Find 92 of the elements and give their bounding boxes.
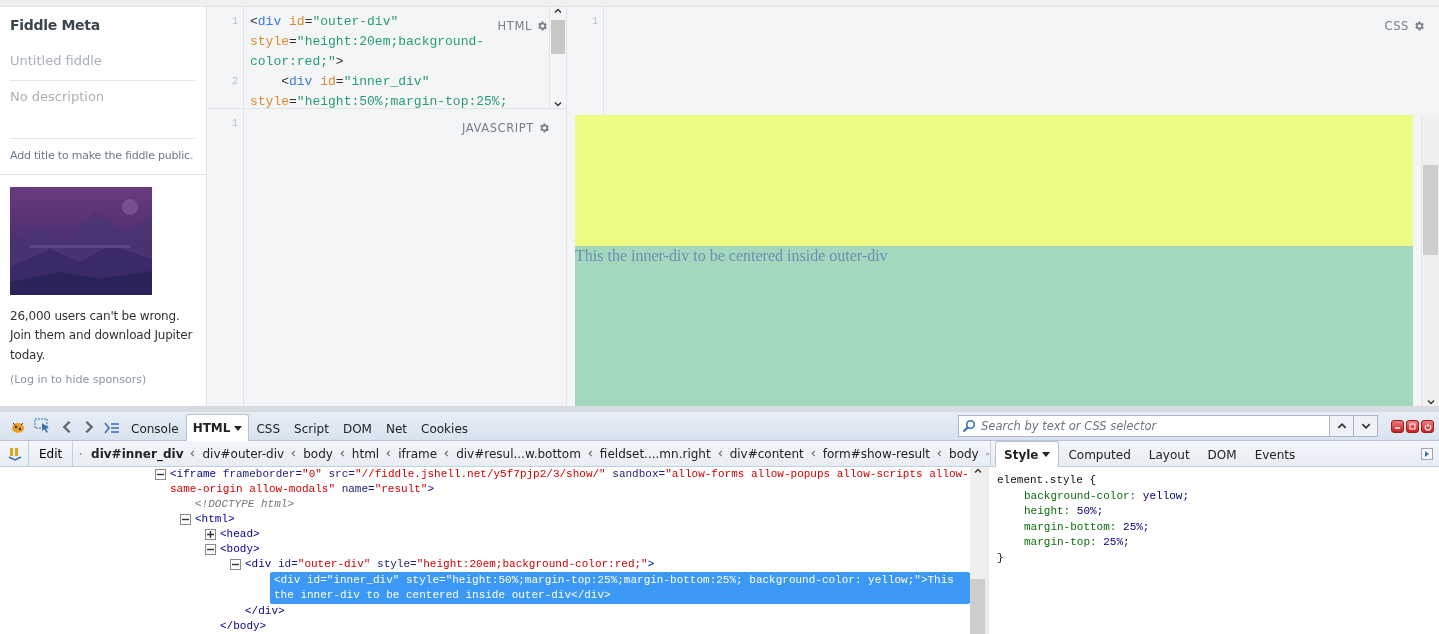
minimize-button[interactable]	[1391, 420, 1404, 433]
editor-label: JAVASCRIPT	[462, 120, 550, 135]
settings-icon[interactable]	[1413, 19, 1425, 32]
breadcrumb-item[interactable]: iframe	[382, 446, 441, 461]
panel-tab[interactable]: CSS	[249, 416, 288, 440]
panel-tab[interactable]: HTML	[185, 414, 250, 441]
code-line: <div id="inner_div"	[280, 72, 431, 91]
bug-icon[interactable]	[10, 420, 26, 434]
css-property[interactable]: margin-top: 25%;	[997, 535, 1431, 551]
sidebar-title: Fiddle Meta	[10, 16, 101, 33]
panel-tab[interactable]: Script	[287, 416, 336, 440]
scrollbar[interactable]	[970, 467, 989, 634]
panel-tab[interactable]: Cookies	[414, 416, 475, 440]
code-line: <div id="outer-div"	[250, 12, 400, 31]
collapse-icon[interactable]	[180, 514, 191, 525]
code-line: color:red;">	[250, 52, 345, 71]
line-number: 1	[591, 14, 598, 29]
settings-icon[interactable]	[536, 19, 548, 32]
collapse-icon[interactable]	[230, 559, 241, 570]
restore-icon	[1409, 423, 1416, 430]
previous-button[interactable]	[1329, 416, 1353, 436]
side-panel-tab[interactable]: Events	[1245, 443, 1305, 466]
next-button[interactable]	[1353, 416, 1377, 436]
chevron-left-icon	[189, 450, 197, 457]
dom-node[interactable]: <!DOCTYPE html>	[195, 497, 970, 512]
breadcrumb-item[interactable]: div#inner_div	[88, 446, 187, 461]
breadcrumb-item[interactable]: div#resul...w.bottom	[440, 446, 584, 461]
chevron-up-icon	[1336, 421, 1347, 431]
side-panel-menu-icon[interactable]	[1421, 448, 1433, 460]
expand-icon[interactable]	[205, 529, 216, 540]
scrollbar[interactable]	[549, 6, 566, 108]
pin-icon[interactable]	[8, 446, 22, 461]
dom-node[interactable]: <html>	[195, 512, 970, 527]
closing-tag: </body>	[0, 619, 970, 634]
code-line: style="height:20em;background-	[250, 32, 485, 51]
restore-button[interactable]	[1406, 420, 1419, 433]
dom-node[interactable]: <head>	[220, 527, 970, 542]
breadcrumb-item[interactable]: form#show-result	[806, 446, 934, 461]
chevron-down-icon	[554, 99, 562, 108]
power-icon	[1423, 422, 1432, 431]
chevron-left-icon	[716, 450, 724, 457]
scrollbar[interactable]	[1421, 114, 1439, 406]
search-icon	[962, 419, 976, 433]
editor-label: CSS	[1384, 18, 1425, 33]
chevron-left-icon	[338, 450, 346, 457]
dom-node[interactable]: <iframe frameborder="0" src="//fiddle.jshell.net/y5f7pjp2/3/show/" sandbox="allow-forms allow-popups allow-scripts allow-same-origin allow-modals" name="result">	[170, 467, 970, 497]
side-panel-tab[interactable]: Style	[995, 441, 1060, 467]
chevron-down-icon	[1426, 398, 1435, 406]
css-property[interactable]: height: 50%;	[997, 504, 1431, 520]
chevron-down-icon	[1360, 421, 1371, 431]
chevron-left-icon	[586, 450, 594, 457]
sponsor-text: 26,000 users can't be wrong. Join them and download Jupiter today.	[10, 307, 194, 364]
side-panel-tab[interactable]: DOM	[1198, 443, 1246, 466]
line-number: 1	[231, 116, 238, 131]
command-line-icon[interactable]	[104, 422, 120, 434]
breadcrumb-item[interactable]: div#outer-div	[186, 446, 288, 461]
dom-node[interactable]: <body>	[220, 542, 970, 557]
line-number: 1	[231, 14, 238, 29]
collapse-icon[interactable]	[155, 469, 166, 480]
breadcrumb-item[interactable]: div#content	[713, 446, 807, 461]
hint-text: Add title to make the fiddle public.	[10, 147, 195, 164]
css-property[interactable]: margin-bottom: 25%;	[997, 519, 1431, 535]
breadcrumb-item[interactable]: fieldset....mn.right	[583, 446, 714, 461]
settings-icon[interactable]	[538, 121, 550, 134]
chevron-left-icon	[443, 450, 451, 457]
breadcrumb-item[interactable]: body	[933, 446, 982, 461]
chevron-up-icon	[554, 6, 562, 15]
collapse-icon[interactable]	[205, 544, 216, 555]
panel-tab[interactable]: Net	[378, 416, 415, 440]
result-text: This the inner-div to be centered inside outer-div	[575, 246, 888, 264]
css-property[interactable]: background-color: yellow;	[997, 488, 1431, 504]
panel-tab[interactable]: DOM	[335, 416, 379, 440]
search-box[interactable]: Search by text or CSS selector	[958, 415, 1378, 437]
side-panel-tab[interactable]: Layout	[1139, 443, 1199, 466]
chevron-left-icon	[936, 450, 944, 457]
breadcrumb-item[interactable]: body	[287, 446, 336, 461]
editor-label: HTML	[497, 18, 548, 33]
css-selector: element.style {	[997, 473, 1098, 488]
closing-tag: </div>	[0, 604, 970, 619]
css-closing-brace: }	[997, 550, 1005, 566]
dom-node[interactable]: <div id="outer-div" style="height:20em;background-color:red;">	[245, 557, 970, 572]
chevron-left-icon	[290, 450, 298, 457]
chevron-left-icon	[809, 450, 817, 457]
side-panel-tab[interactable]: Computed	[1059, 443, 1140, 466]
edit-button[interactable]: Edit	[28, 441, 74, 466]
chevron-up-icon	[973, 467, 982, 475]
chevron-left-icon	[385, 450, 393, 457]
power-button[interactable]	[1421, 420, 1434, 433]
breadcrumb-item[interactable]: html	[335, 446, 383, 461]
panel-tab[interactable]: Console	[124, 416, 186, 440]
line-number: 2	[231, 74, 238, 89]
code-line: style="height:50%;margin-top:25%;	[250, 92, 508, 108]
